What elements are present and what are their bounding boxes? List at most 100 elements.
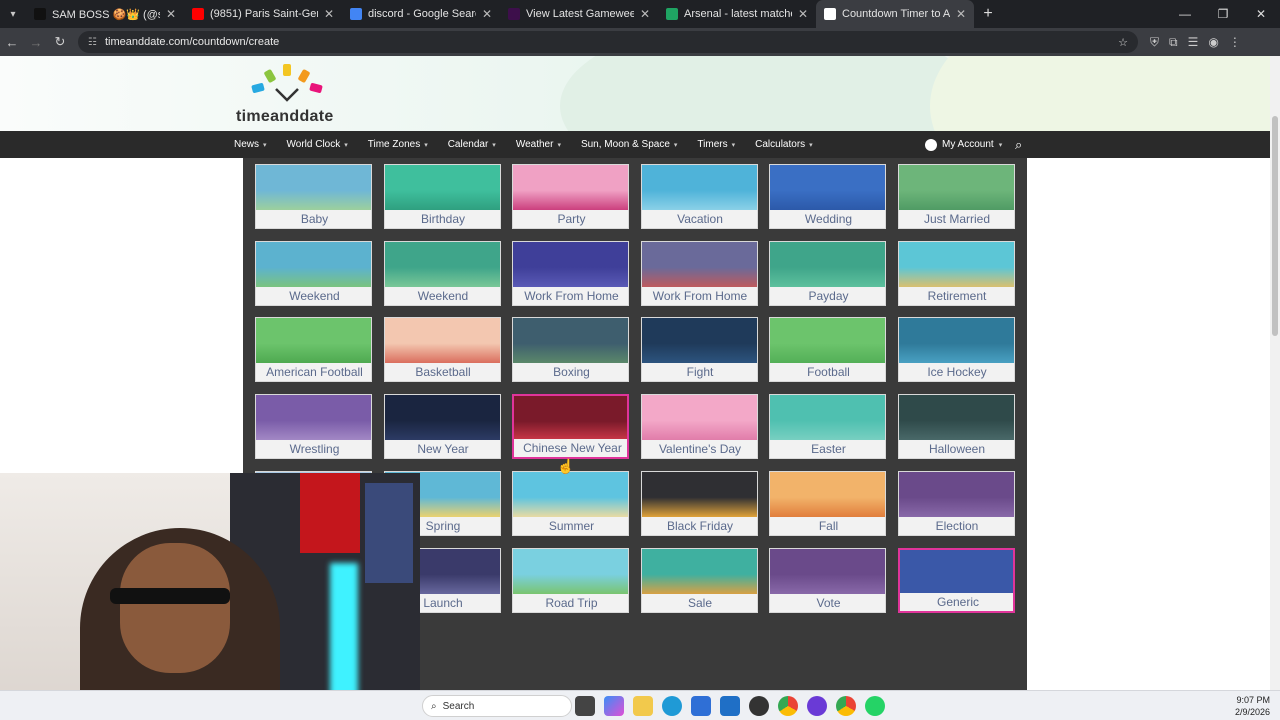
nav-item[interactable]: Timers ▾	[697, 139, 743, 150]
file-explorer-icon[interactable]	[633, 696, 653, 716]
account-avatar-icon	[925, 138, 937, 151]
new-tab-button[interactable]: +	[974, 5, 1002, 23]
theme-card[interactable]: Retirement	[897, 240, 1015, 306]
outlook-icon[interactable]	[720, 696, 740, 716]
theme-card[interactable]: Generic	[897, 547, 1015, 613]
nav-item[interactable]: Time Zones ▾	[368, 139, 436, 150]
profile-icon[interactable]: ◉	[1208, 35, 1218, 50]
theme-card[interactable]: Chinese New Year	[512, 394, 629, 460]
tab-search-button[interactable]: ▾	[0, 0, 26, 28]
bookmark-star-icon[interactable]: ☆	[1118, 36, 1128, 49]
media-icon[interactable]: ☰	[1188, 35, 1199, 50]
theme-card[interactable]: Vote	[769, 547, 886, 613]
nav-item[interactable]: News ▾	[234, 139, 275, 150]
theme-card[interactable]: Boxing	[512, 317, 629, 383]
tab-close-icon[interactable]: ✕	[640, 7, 650, 21]
chevron-down-icon: ▾	[557, 141, 561, 149]
tab-title: View Latest Gameweek Points |	[526, 8, 634, 20]
store-icon[interactable]	[691, 696, 711, 716]
theme-card[interactable]: Election	[897, 470, 1015, 536]
theme-card[interactable]: Birthday	[383, 164, 501, 229]
chevron-down-icon: ▾	[673, 141, 678, 149]
chrome-icon[interactable]	[778, 696, 798, 716]
theme-card[interactable]: Halloween	[897, 394, 1015, 460]
theme-card[interactable]: Vacation	[640, 164, 758, 229]
minimize-button[interactable]: —	[1166, 0, 1204, 28]
theme-thumbnail	[770, 165, 885, 211]
theme-card[interactable]: Football	[769, 317, 886, 383]
taskbar-search[interactable]: ⌕ Search	[422, 695, 572, 717]
theme-card[interactable]: Just Married	[897, 164, 1015, 229]
theme-card[interactable]: Ice Hockey	[897, 317, 1015, 383]
theme-card[interactable]: Work From Home	[640, 240, 758, 306]
close-window-button[interactable]: ✕	[1242, 0, 1280, 28]
whatsapp-icon[interactable]	[865, 696, 885, 716]
chrome-profile-icon[interactable]	[836, 696, 856, 716]
nav-item[interactable]: Calendar ▾	[448, 139, 504, 150]
edge-icon[interactable]	[662, 696, 682, 716]
theme-card[interactable]: Baby	[255, 164, 372, 229]
theme-card[interactable]: Party	[512, 164, 629, 229]
nav-item[interactable]: Calculators ▾	[755, 139, 821, 150]
page-scrollbar[interactable]	[1270, 56, 1280, 690]
tab-close-icon[interactable]: ✕	[324, 7, 334, 21]
theme-label: Payday	[770, 286, 885, 305]
tab-close-icon[interactable]: ✕	[482, 7, 492, 21]
nav-item[interactable]: Sun, Moon & Space ▾	[581, 139, 685, 150]
theme-card[interactable]: Work From Home	[512, 240, 629, 306]
theme-card[interactable]: Valentine's Day	[640, 394, 758, 460]
taskbar-clock[interactable]: 9:07 PM 2/9/2026	[1235, 694, 1270, 718]
restore-button[interactable]: ❐	[1204, 0, 1242, 28]
extensions-puzzle-icon[interactable]: ⧉	[1169, 35, 1178, 50]
tab-close-icon[interactable]: ✕	[166, 7, 176, 21]
browser-tab[interactable]: (9851) Paris Saint-Germain (5-0 ✕	[184, 0, 342, 28]
menu-kebab-icon[interactable]: ⋮	[1229, 35, 1241, 50]
theme-label: Fight	[641, 363, 757, 382]
theme-card[interactable]: Weekend	[383, 240, 501, 306]
shield-icon[interactable]: ⛨	[1150, 35, 1159, 50]
copilot-icon[interactable]	[604, 696, 624, 716]
tab-close-icon[interactable]: ✕	[798, 7, 808, 21]
url-field[interactable]: ☷ timeanddate.com/countdown/create ☆	[78, 31, 1138, 53]
theme-card[interactable]: Road Trip	[512, 547, 629, 613]
nav-item[interactable]: Weather ▾	[516, 139, 569, 150]
theme-thumbnail	[514, 396, 627, 443]
theme-thumbnail	[256, 165, 371, 211]
circle-app-icon[interactable]	[807, 696, 827, 716]
task-view-icon[interactable]	[575, 696, 595, 716]
extensions-area: ⛨ ⧉ ☰ ◉ ⋮	[1150, 35, 1241, 50]
windows-taskbar: ⌕ Search 9:07 PM 2/9/2026	[0, 690, 1280, 720]
theme-thumbnail	[256, 241, 371, 288]
browser-tab[interactable]: View Latest Gameweek Points | ✕	[500, 0, 658, 28]
browser-tab[interactable]: Countdown Timer to Any Date ✕	[816, 0, 974, 28]
theme-card[interactable]: Sale	[640, 547, 758, 613]
tab-close-icon[interactable]: ✕	[956, 7, 966, 21]
browser-tab[interactable]: Arsenal - latest matches, score ✕	[658, 0, 816, 28]
app-icon[interactable]	[749, 696, 769, 716]
theme-card[interactable]: Payday	[769, 240, 886, 306]
theme-card[interactable]: Fall	[769, 470, 886, 536]
chevron-down-icon: ▾	[424, 141, 428, 149]
theme-card[interactable]: Wedding	[769, 164, 886, 229]
site-info-icon[interactable]: ☷	[88, 37, 97, 48]
theme-card[interactable]: Weekend	[255, 240, 372, 306]
theme-card[interactable]: Wrestling	[255, 394, 372, 460]
forward-button[interactable]: →	[24, 35, 48, 50]
browser-tab[interactable]: SAM BOSS 🍪👑 (@sam.boss ✕	[26, 0, 184, 28]
theme-card[interactable]: American Football	[255, 317, 372, 383]
theme-card[interactable]: New Year	[383, 394, 501, 460]
theme-card[interactable]: Basketball	[383, 317, 501, 383]
browser-tab[interactable]: discord - Google Search ✕	[342, 0, 500, 28]
my-account-menu[interactable]: My Account ▾	[925, 131, 1002, 158]
site-search-icon[interactable]: ⌕	[1015, 137, 1022, 153]
nav-item[interactable]: World Clock ▾	[287, 139, 356, 150]
theme-card[interactable]: Easter	[769, 394, 886, 460]
back-button[interactable]: ←	[0, 35, 24, 50]
theme-card[interactable]: Summer	[512, 470, 629, 536]
theme-thumbnail	[256, 318, 371, 365]
reload-button[interactable]: ↻	[48, 34, 72, 50]
theme-card[interactable]: Fight	[640, 317, 758, 383]
site-logo-text[interactable]: timeanddate	[236, 108, 334, 126]
theme-thumbnail	[770, 241, 885, 288]
theme-card[interactable]: Black Friday	[640, 470, 758, 536]
